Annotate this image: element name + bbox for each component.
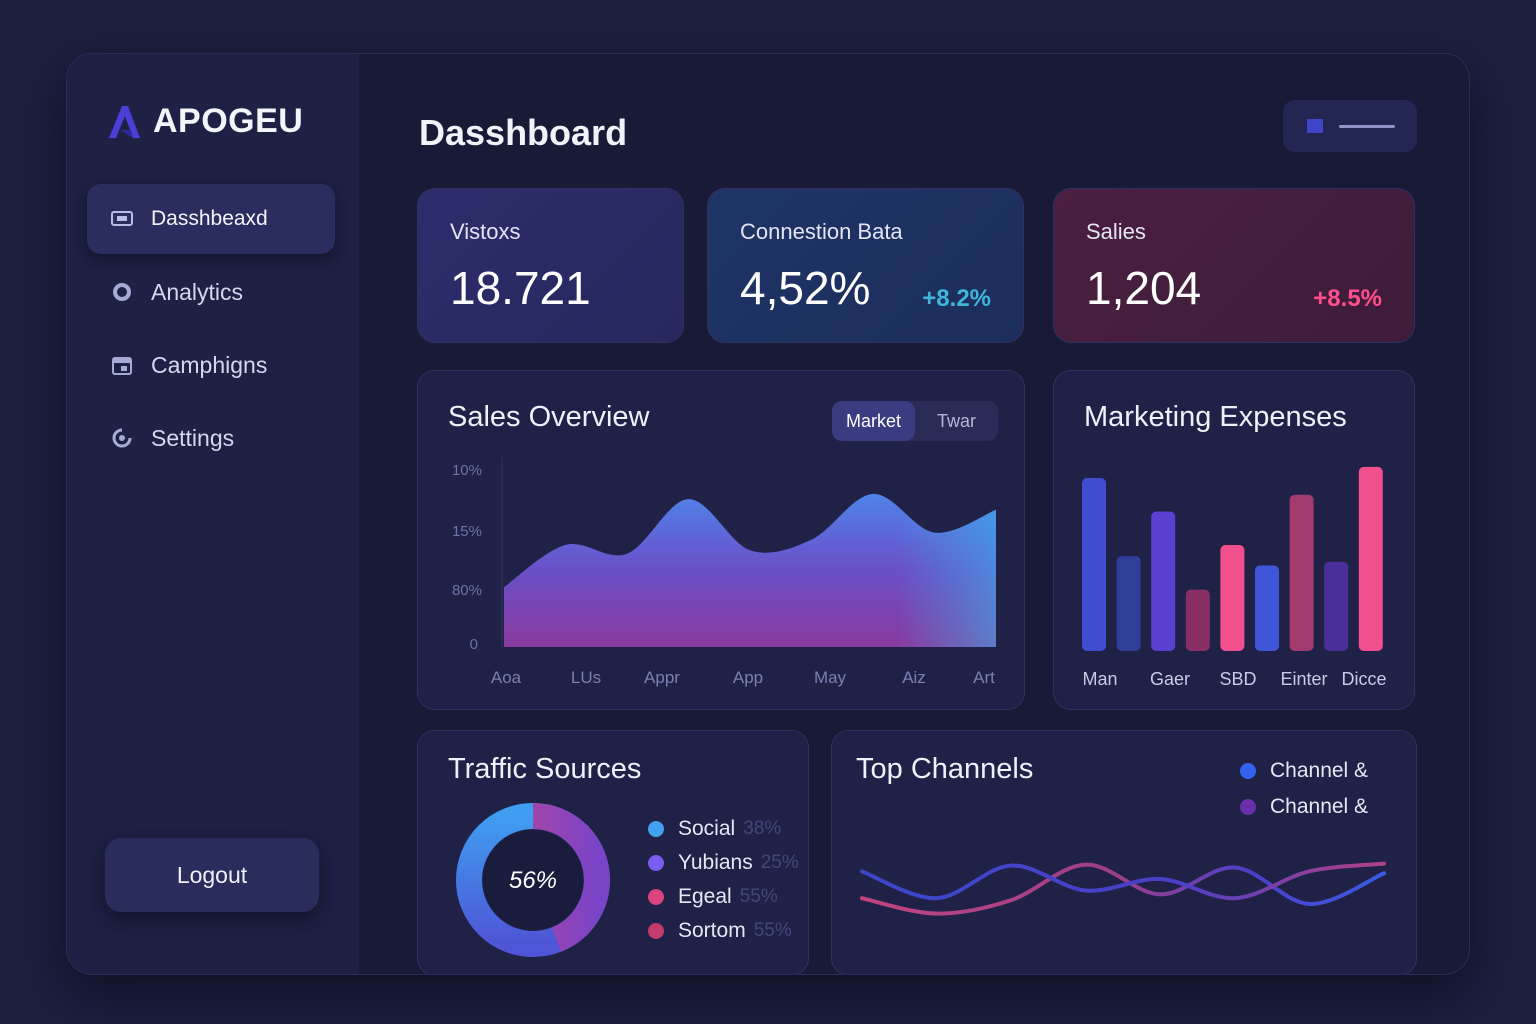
stat-delta: +8.5% bbox=[1313, 285, 1382, 312]
x-tick-label: Appr bbox=[644, 668, 680, 687]
y-tick-label: 10% bbox=[452, 462, 482, 479]
square-icon bbox=[1307, 119, 1323, 133]
traffic-legend-item[interactable]: Sortom 55% bbox=[648, 919, 792, 943]
sidebar: APOGEU Dasshbeaxd Analytics Camphigns Se… bbox=[67, 54, 359, 974]
sidebar-item-label: Camphigns bbox=[151, 351, 268, 378]
traffic-legend-item[interactable]: Social 38% bbox=[648, 817, 781, 841]
x-tick-label: Gaer bbox=[1150, 669, 1190, 689]
legend-pct: 38% bbox=[743, 818, 782, 839]
stat-delta: +8.2% bbox=[922, 285, 991, 312]
logo-icon bbox=[109, 105, 140, 138]
traffic-legend-item[interactable]: Egeal 55% bbox=[648, 885, 778, 909]
x-tick-label: Man bbox=[1082, 669, 1117, 689]
chart-circle-icon bbox=[111, 281, 133, 303]
x-tick-label: Art bbox=[973, 668, 995, 687]
x-tick-label: Einter bbox=[1280, 669, 1327, 689]
expense-bar[interactable] bbox=[1324, 561, 1349, 651]
donut-center-label: 56% bbox=[509, 867, 557, 894]
stat-value: 18.721 bbox=[450, 262, 591, 314]
stat-card-conversion[interactable]: Connestion Bata 4,52% +8.2% bbox=[707, 188, 1024, 343]
legend-pct: 25% bbox=[760, 852, 799, 873]
y-tick-label: 15% bbox=[452, 523, 482, 540]
sidebar-item-campaigns[interactable]: Camphigns bbox=[87, 330, 335, 400]
expense-bar[interactable] bbox=[1082, 478, 1106, 651]
top-channels-chart bbox=[860, 861, 1386, 916]
settings-icon bbox=[111, 427, 133, 449]
traffic-sources-card: Traffic Sources 56% Social 38% Yubians 2… bbox=[417, 730, 809, 974]
expense-bar[interactable] bbox=[1289, 494, 1314, 651]
calendar-icon bbox=[111, 354, 133, 376]
stat-card-sales[interactable]: Salies 1,204 +8.5% bbox=[1053, 188, 1415, 343]
sidebar-item-analytics[interactable]: Analytics bbox=[87, 257, 335, 327]
sidebar-nav: Dasshbeaxd Analytics Camphigns Settings bbox=[87, 184, 335, 476]
sales-overview-card: Sales Overview Market Twar 10% 15% 80% 0… bbox=[417, 370, 1025, 710]
legend-dot bbox=[648, 821, 664, 837]
y-tick-label: 80% bbox=[452, 582, 482, 599]
x-tick-label: Dicce bbox=[1341, 669, 1386, 689]
marketing-expenses-chart: Man Gaer SBD Einter Dicce bbox=[1082, 466, 1387, 689]
top-channels-card: Top Channels Channel & Channel & bbox=[831, 730, 1417, 974]
stat-value: 1,204 bbox=[1086, 262, 1202, 314]
legend-label: Social bbox=[678, 817, 736, 840]
expense-bar[interactable] bbox=[1116, 556, 1141, 651]
logout-button[interactable]: Logout bbox=[105, 838, 319, 912]
stat-value: 4,52% bbox=[740, 262, 871, 314]
expense-bar[interactable] bbox=[1185, 589, 1210, 651]
page-title: Dasshboard bbox=[419, 112, 628, 153]
main-content: Dasshboard Vistoxs 18.721 Connestion Bat… bbox=[359, 54, 1469, 974]
x-tick-label: SBD bbox=[1219, 669, 1256, 689]
stat-card-visitors[interactable]: Vistoxs 18.721 bbox=[417, 188, 684, 343]
legend-dot bbox=[648, 889, 664, 905]
traffic-legend-item[interactable]: Yubians 25% bbox=[648, 851, 799, 875]
line-icon bbox=[1339, 124, 1395, 128]
view-toggle-control[interactable] bbox=[1283, 100, 1417, 152]
sidebar-item-label: Analytics bbox=[151, 278, 244, 305]
legend-label: Sortom bbox=[678, 919, 746, 942]
legend-label: Yubians bbox=[678, 851, 753, 874]
y-tick-label: 0 bbox=[470, 636, 478, 653]
sidebar-item-settings[interactable]: Settings bbox=[87, 403, 335, 473]
expense-bar[interactable] bbox=[1151, 511, 1176, 652]
sidebar-item-label: Settings bbox=[151, 424, 235, 451]
panel-title: Traffic Sources bbox=[448, 753, 642, 785]
stat-label: Salies bbox=[1086, 219, 1146, 244]
sidebar-item-label: Dasshbeaxd bbox=[151, 207, 268, 230]
legend-label: Egeal bbox=[678, 885, 732, 908]
x-tick-label: Aoa bbox=[491, 668, 522, 687]
sales-area-highlight bbox=[504, 493, 996, 647]
x-tick-label: LUs bbox=[571, 668, 601, 687]
legend-pct: 55% bbox=[739, 886, 778, 907]
expense-bar[interactable] bbox=[1255, 565, 1279, 651]
x-tick-label: Aiz bbox=[902, 668, 926, 687]
legend-dot bbox=[648, 855, 664, 871]
x-tick-label: May bbox=[814, 668, 847, 687]
expense-bar[interactable] bbox=[1220, 544, 1245, 651]
x-tick-label: App bbox=[733, 668, 763, 687]
marketing-expenses-card: Marketing Expenses Man Gaer SBD Einter Dicce bbox=[1053, 370, 1415, 710]
sales-overview-chart: 10% 15% 80% 0 Aoa LUs Appr App May Aiz Art bbox=[452, 457, 996, 687]
legend-dot bbox=[648, 923, 664, 939]
traffic-sources-donut: 56% bbox=[456, 803, 610, 957]
stat-label: Vistoxs bbox=[450, 219, 521, 244]
legend-pct: 55% bbox=[753, 920, 792, 941]
monitor-icon bbox=[111, 208, 133, 230]
brand-name: APOGEU bbox=[153, 102, 304, 140]
expense-bar[interactable] bbox=[1358, 466, 1383, 651]
dashboard-window: APOGEU Dasshbeaxd Analytics Camphigns Se… bbox=[66, 53, 1470, 975]
stat-label: Connestion Bata bbox=[740, 219, 903, 244]
sidebar-item-dashboard[interactable]: Dasshbeaxd bbox=[87, 184, 335, 254]
brand[interactable]: APOGEU bbox=[107, 102, 303, 141]
